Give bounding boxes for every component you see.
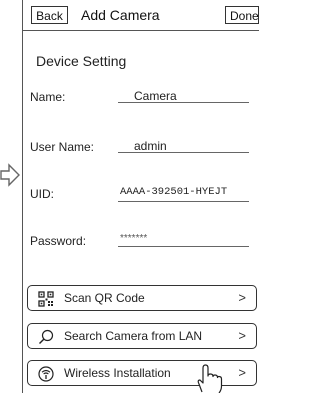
search-icon [39,329,54,344]
scan-qr-code-label: Scan QR Code [64,291,145,305]
name-label: Name: [30,90,66,104]
password-field-underline [118,246,249,247]
page-title: Add Camera [81,7,160,23]
back-button[interactable]: Back [31,6,68,24]
chevron-right-icon: > [238,365,246,380]
uid-field[interactable]: AAAA-392501-HYEJT [120,186,227,198]
uid-field-underline [118,201,249,202]
scan-qr-code-button[interactable]: Scan QR Code > [27,285,257,311]
pointing-hand-icon [197,364,223,393]
wireless-installation-label: Wireless Installation [64,366,171,380]
done-button[interactable]: Done [225,6,259,24]
user-name-underline [118,152,249,153]
user-name-label: User Name: [30,140,95,154]
chevron-right-icon: > [238,290,246,305]
arrow-right-icon [0,163,20,187]
navigation-bar: Back Add Camera Done [23,0,259,31]
password-field[interactable]: ******* [120,233,147,244]
chevron-right-icon: > [238,328,246,343]
user-name-field[interactable]: admin [134,139,167,153]
add-camera-screen: Back Add Camera Done Device Setting Name… [22,0,259,393]
wifi-icon [38,366,54,382]
name-field-underline [118,102,249,103]
device-setting-title: Device Setting [36,53,127,69]
password-label: Password: [30,234,87,248]
search-camera-lan-button[interactable]: Search Camera from LAN > [27,323,257,349]
name-field[interactable]: Camera [134,89,177,103]
uid-label: UID: [30,187,54,201]
qr-code-icon [38,291,54,307]
search-camera-lan-label: Search Camera from LAN [64,329,203,343]
